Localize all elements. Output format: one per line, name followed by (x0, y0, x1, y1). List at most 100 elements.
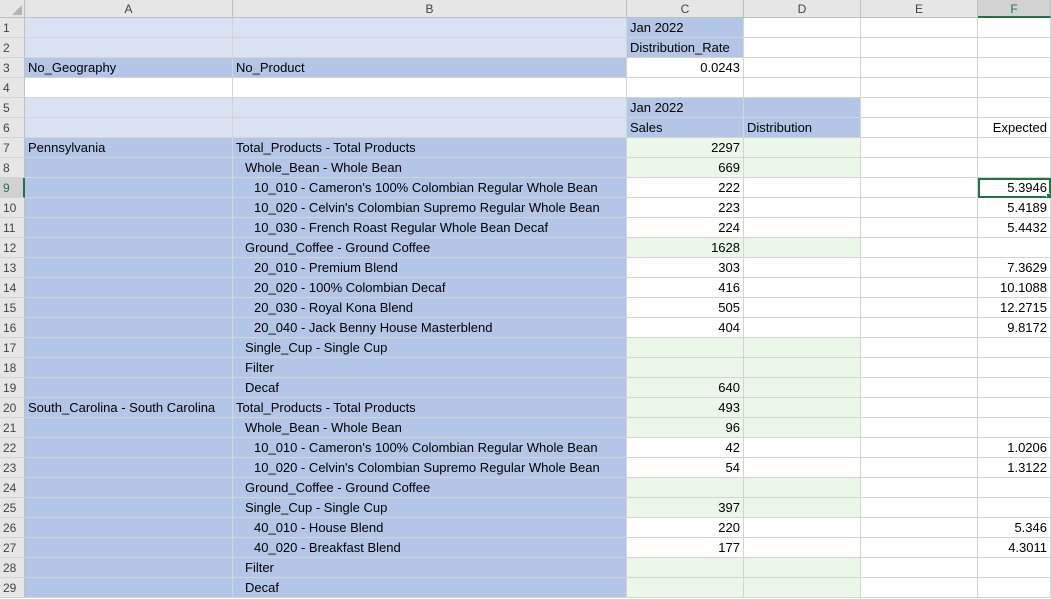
cell-c22[interactable]: 42 (627, 438, 744, 458)
cell-f15[interactable]: 12.2715 (978, 298, 1051, 318)
cell-e10[interactable] (861, 198, 978, 218)
cell-e4[interactable] (861, 78, 978, 98)
row-header-13[interactable]: 13 (0, 258, 25, 278)
cell-a6[interactable] (25, 118, 233, 138)
row-header-7[interactable]: 7 (0, 138, 25, 158)
cell-f14[interactable]: 10.1088 (978, 278, 1051, 298)
cell-e6[interactable] (861, 118, 978, 138)
cell-a9[interactable] (25, 178, 233, 198)
cell-b20[interactable]: Total_Products - Total Products (233, 398, 627, 418)
row-header-14[interactable]: 14 (0, 278, 25, 298)
cell-a17[interactable] (25, 338, 233, 358)
row-header-25[interactable]: 25 (0, 498, 25, 518)
cell-a21[interactable] (25, 418, 233, 438)
cell-c11[interactable]: 224 (627, 218, 744, 238)
cell-c17[interactable] (627, 338, 744, 358)
cell-d4[interactable] (744, 78, 861, 98)
column-header-a[interactable]: A (25, 0, 233, 18)
cell-a16[interactable] (25, 318, 233, 338)
cell-c16[interactable]: 404 (627, 318, 744, 338)
cell-f6[interactable]: Expected (978, 118, 1051, 138)
cell-a14[interactable] (25, 278, 233, 298)
cell-a23[interactable] (25, 458, 233, 478)
cell-a22[interactable] (25, 438, 233, 458)
cell-f17[interactable] (978, 338, 1051, 358)
cell-a28[interactable] (25, 558, 233, 578)
cell-a5[interactable] (25, 98, 233, 118)
cell-b15[interactable]: 20_030 - Royal Kona Blend (233, 298, 627, 318)
cell-e24[interactable] (861, 478, 978, 498)
cell-a2[interactable] (25, 38, 233, 58)
cell-b10[interactable]: 10_020 - Celvin's Colombian Supremo Regu… (233, 198, 627, 218)
cell-c27[interactable]: 177 (627, 538, 744, 558)
row-header-23[interactable]: 23 (0, 458, 25, 478)
cell-e7[interactable] (861, 138, 978, 158)
cell-d5[interactable] (744, 98, 861, 118)
cell-b29[interactable]: Decaf (233, 578, 627, 598)
cell-a19[interactable] (25, 378, 233, 398)
column-header-b[interactable]: B (233, 0, 627, 18)
cell-e27[interactable] (861, 538, 978, 558)
cell-b27[interactable]: 40_020 - Breakfast Blend (233, 538, 627, 558)
cell-d2[interactable] (744, 38, 861, 58)
cell-d24[interactable] (744, 478, 861, 498)
cell-e16[interactable] (861, 318, 978, 338)
cell-d23[interactable] (744, 458, 861, 478)
cell-d9[interactable] (744, 178, 861, 198)
cell-a10[interactable] (25, 198, 233, 218)
cell-f24[interactable] (978, 478, 1051, 498)
cell-b6[interactable] (233, 118, 627, 138)
cell-e29[interactable] (861, 578, 978, 598)
cell-a1[interactable] (25, 18, 233, 38)
cell-d28[interactable] (744, 558, 861, 578)
cell-d13[interactable] (744, 258, 861, 278)
cell-f19[interactable] (978, 378, 1051, 398)
cell-c13[interactable]: 303 (627, 258, 744, 278)
row-header-24[interactable]: 24 (0, 478, 25, 498)
cell-a18[interactable] (25, 358, 233, 378)
cell-a3[interactable]: No_Geography (25, 58, 233, 78)
cell-b28[interactable]: Filter (233, 558, 627, 578)
cell-a15[interactable] (25, 298, 233, 318)
cell-b17[interactable]: Single_Cup - Single Cup (233, 338, 627, 358)
cell-c23[interactable]: 54 (627, 458, 744, 478)
row-header-21[interactable]: 21 (0, 418, 25, 438)
cell-d14[interactable] (744, 278, 861, 298)
cell-e20[interactable] (861, 398, 978, 418)
cell-d16[interactable] (744, 318, 861, 338)
cell-f10[interactable]: 5.4189 (978, 198, 1051, 218)
cell-e12[interactable] (861, 238, 978, 258)
cell-c24[interactable] (627, 478, 744, 498)
cell-e11[interactable] (861, 218, 978, 238)
cell-e9[interactable] (861, 178, 978, 198)
cell-f8[interactable] (978, 158, 1051, 178)
column-header-f[interactable]: F (978, 0, 1051, 18)
cell-b12[interactable]: Ground_Coffee - Ground Coffee (233, 238, 627, 258)
row-header-26[interactable]: 26 (0, 518, 25, 538)
cell-f25[interactable] (978, 498, 1051, 518)
cell-a4[interactable] (25, 78, 233, 98)
cell-d10[interactable] (744, 198, 861, 218)
cell-f16[interactable]: 9.8172 (978, 318, 1051, 338)
row-header-17[interactable]: 17 (0, 338, 25, 358)
cell-d1[interactable] (744, 18, 861, 38)
cell-a8[interactable] (25, 158, 233, 178)
row-header-4[interactable]: 4 (0, 78, 25, 98)
cell-f4[interactable] (978, 78, 1051, 98)
row-header-15[interactable]: 15 (0, 298, 25, 318)
cell-e14[interactable] (861, 278, 978, 298)
cell-a25[interactable] (25, 498, 233, 518)
cell-f28[interactable] (978, 558, 1051, 578)
cell-d7[interactable] (744, 138, 861, 158)
select-all-corner[interactable] (0, 0, 25, 18)
cell-b5[interactable] (233, 98, 627, 118)
cell-b9[interactable]: 10_010 - Cameron's 100% Colombian Regula… (233, 178, 627, 198)
cell-d26[interactable] (744, 518, 861, 538)
cell-e15[interactable] (861, 298, 978, 318)
cell-f23[interactable]: 1.3122 (978, 458, 1051, 478)
cell-d27[interactable] (744, 538, 861, 558)
cell-b23[interactable]: 10_020 - Celvin's Colombian Supremo Regu… (233, 458, 627, 478)
row-header-20[interactable]: 20 (0, 398, 25, 418)
cell-c19[interactable]: 640 (627, 378, 744, 398)
cell-c4[interactable] (627, 78, 744, 98)
